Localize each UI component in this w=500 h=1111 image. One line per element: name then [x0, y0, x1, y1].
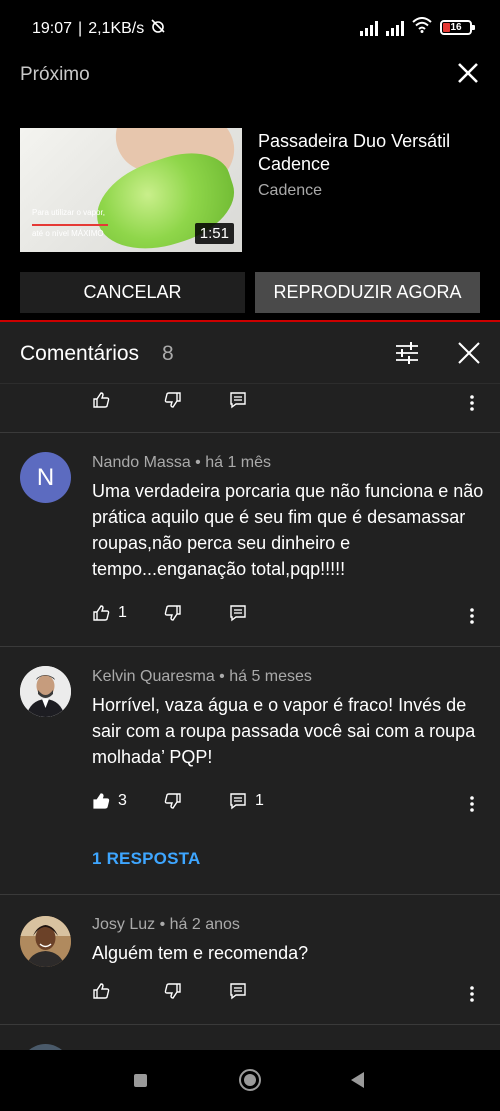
comment-separator [0, 1024, 500, 1025]
like-button[interactable]: 1 [92, 604, 127, 622]
alarm-off-icon [150, 18, 166, 39]
up-next-panel: Próximo Para utilizar o vapor, até o nív… [0, 56, 500, 320]
comment-text: Horrível, vaza água e o vapor é fraco! I… [92, 695, 476, 767]
comments-count: 8 [162, 342, 174, 365]
like-icon[interactable] [92, 982, 110, 1000]
avatar[interactable] [20, 916, 71, 967]
reply-icon[interactable] [229, 604, 247, 622]
dislike-icon[interactable] [164, 792, 182, 810]
video-duration: 1:51 [194, 223, 234, 244]
comments-title: Comentários [20, 342, 140, 365]
reply-icon[interactable] [229, 391, 247, 409]
reply-icon [230, 793, 246, 810]
close-icon[interactable] [454, 59, 482, 87]
video-title[interactable]: Passadeira Duo Versátil Cadence [258, 130, 488, 176]
system-nav-bar [0, 1050, 500, 1111]
thumbnail-line [32, 224, 108, 226]
comment-meta: Josy Luz • há 2 anos [92, 916, 240, 933]
status-bar: 19:07 | 2,1KB/s 16 [0, 0, 500, 56]
comment-text: Alguém tem e recomenda? [92, 943, 309, 963]
up-next-title: Próximo [20, 64, 90, 85]
signal-icon-2 [386, 20, 404, 36]
wifi-icon [412, 17, 432, 38]
comment-meta: Nando Massa • há 1 mês [92, 454, 272, 471]
reply-button[interactable]: 1 [229, 792, 264, 810]
thumbnail-caption-2: até o nível MÁXIMO [32, 229, 104, 238]
comment-item: Kelvin Quaresma • há 5 meses Horrível, v… [0, 646, 500, 894]
like-icon [93, 605, 110, 621]
status-speed: 2,1KB/s [88, 19, 145, 37]
comment-meta: Kelvin Quaresma • há 5 meses [92, 668, 312, 685]
video-thumbnail[interactable]: Para utilizar o vapor, até o nível MÁXIM… [20, 128, 242, 252]
like-count: 3 [118, 792, 127, 809]
comment-time: há 5 meses [229, 668, 312, 685]
comment-author[interactable]: Kelvin Quaresma [92, 668, 215, 685]
filter-icon[interactable] [394, 340, 420, 366]
more-icon[interactable] [460, 792, 484, 816]
avatar[interactable]: N [20, 452, 71, 503]
more-icon[interactable] [460, 391, 484, 415]
comment-item: Josy Luz • há 2 anos Alguém tem e recome… [0, 894, 500, 1024]
like-count: 1 [118, 604, 127, 621]
comment-actions: 3 1 [92, 792, 492, 816]
comment-item: N Nando Massa • há 1 mês Uma verdadeira … [0, 432, 500, 646]
battery-icon: 16 [440, 20, 475, 35]
play-now-button[interactable]: REPRODUZIR AGORA [255, 272, 480, 313]
close-comments-icon[interactable] [456, 340, 482, 366]
dislike-icon[interactable] [164, 604, 182, 622]
avatar-letter: N [36, 463, 55, 491]
comments-header: Comentários 8 [0, 322, 500, 384]
status-left: 19:07 | 2,1KB/s [32, 18, 166, 39]
status-right: 16 [360, 17, 475, 38]
reply-icon[interactable] [229, 982, 247, 1000]
dislike-icon[interactable] [164, 982, 182, 1000]
battery-level: 16 [450, 22, 462, 33]
video-channel: Cadence [258, 182, 323, 199]
back-icon[interactable] [351, 1072, 364, 1088]
comment-time: há 1 mês [205, 454, 272, 471]
dislike-icon[interactable] [164, 391, 182, 409]
signal-icon [360, 20, 378, 36]
more-icon[interactable] [460, 982, 484, 1006]
comment-author[interactable]: Nando Massa [92, 454, 191, 471]
comment-author[interactable]: Josy Luz [92, 916, 155, 933]
like-button[interactable]: 3 [92, 792, 127, 810]
recents-icon[interactable] [134, 1074, 147, 1087]
comments-panel: Comentários 8 N Nando Massa • há 1 mês U… [0, 322, 500, 1050]
comment-text: Uma verdadeira porcaria que não funciona… [92, 481, 484, 579]
status-separator: | [78, 19, 83, 37]
comment-actions [92, 982, 492, 1006]
view-replies-link[interactable]: 1 RESPOSTA [92, 849, 200, 869]
status-time: 19:07 [32, 19, 73, 37]
like-icon-filled [93, 793, 110, 809]
comment-actions: 1 [92, 604, 492, 628]
cancel-button[interactable]: CANCELAR [20, 272, 245, 313]
more-icon[interactable] [460, 604, 484, 628]
thumbnail-caption: Para utilizar o vapor, [32, 208, 105, 217]
comment-actions-prev [92, 391, 492, 415]
reply-count: 1 [255, 792, 264, 809]
comment-time: há 2 anos [169, 916, 240, 933]
avatar[interactable] [20, 666, 71, 717]
home-icon[interactable] [239, 1069, 261, 1091]
like-icon[interactable] [92, 391, 110, 409]
